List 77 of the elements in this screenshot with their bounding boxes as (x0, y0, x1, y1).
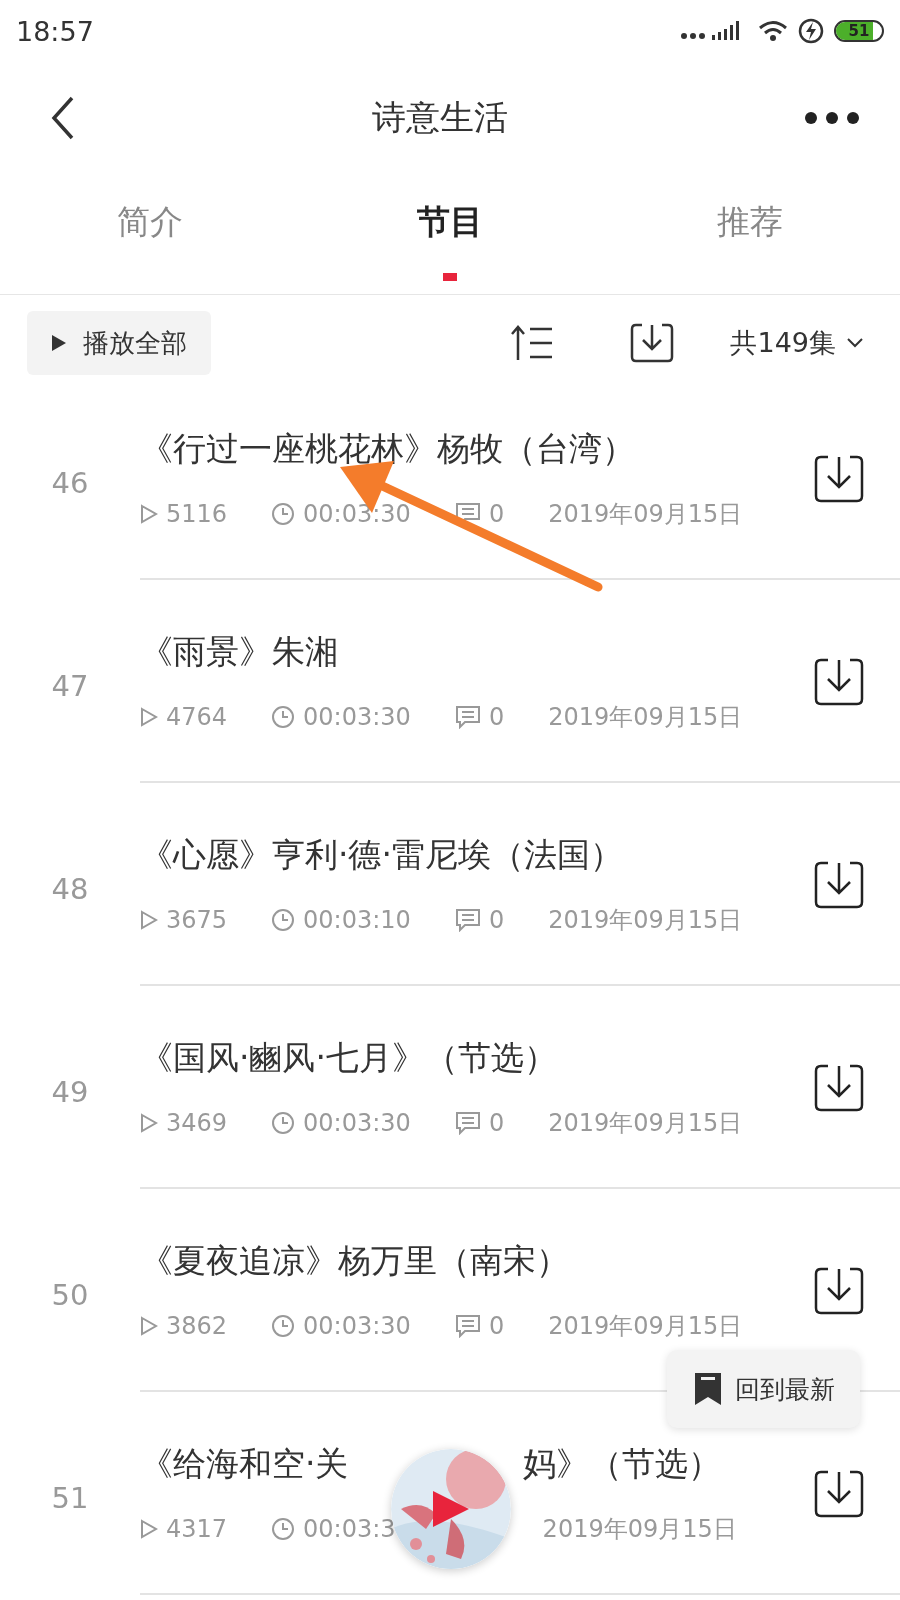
comment-icon (454, 1314, 481, 1338)
publish-date: 2019年09月15日 (548, 702, 743, 733)
publish-date: 2019年09月15日 (548, 499, 743, 530)
duration: 00:03:10 (303, 906, 411, 934)
play-count-icon (140, 1113, 158, 1133)
play-count-icon (140, 1316, 158, 1336)
episode-number: 47 (50, 668, 90, 703)
duration: 00:03:30 (303, 1109, 411, 1137)
download-icon[interactable] (814, 454, 864, 503)
publish-date: 2019年09月15日 (548, 905, 743, 936)
play-count: 4764 (166, 703, 228, 731)
tab[interactable]: 简介 (117, 200, 183, 245)
tab[interactable]: 推荐 (717, 200, 783, 245)
comment-icon (454, 908, 481, 932)
episode-title[interactable]: 《给海和空·关 (140, 1442, 349, 1487)
download-icon[interactable] (630, 323, 675, 363)
bookmark-icon (692, 1371, 723, 1407)
episode-title[interactable]: 妈》（节选） (523, 1442, 722, 1487)
clock-icon (271, 502, 296, 526)
episode-title[interactable]: 《心愿》亨利·德·雷尼埃（法国） (140, 833, 623, 878)
episode-number: 49 (50, 1074, 90, 1109)
play-count-icon (140, 504, 158, 524)
comment-icon (454, 1111, 481, 1135)
duration: 00:03:3 (303, 1515, 396, 1543)
episode-title[interactable]: 《雨景》朱湘 (140, 630, 338, 675)
clock-icon (271, 705, 296, 729)
episode-title[interactable]: 《夏夜追凉》杨万里（南宋） (140, 1239, 569, 1284)
download-icon[interactable] (814, 1266, 864, 1315)
play-count: 3862 (166, 1312, 228, 1340)
clock-icon (271, 1517, 296, 1541)
play-count-icon (140, 910, 158, 930)
clock-icon (271, 1111, 296, 1135)
play-count: 4317 (166, 1515, 228, 1543)
episode-number: 50 (50, 1277, 90, 1312)
duration: 00:03:30 (303, 1312, 411, 1340)
page-title: 诗意生活 (372, 96, 508, 139)
episode-number: 51 (50, 1480, 90, 1515)
publish-date: 2019年09月15日 (548, 1108, 743, 1139)
publish-date: 2019年09月15日 (542, 1514, 737, 1545)
play-icon (51, 334, 67, 352)
episode-title[interactable]: 《行过一座桃花林》杨牧（台湾） (140, 427, 635, 472)
comment-count: 0 (488, 500, 505, 528)
status-time: 18:57 (16, 15, 94, 47)
comment-count: 0 (488, 1109, 505, 1137)
download-icon[interactable] (814, 1469, 864, 1518)
back-to-latest-button[interactable]: 回到最新 (667, 1350, 860, 1428)
download-icon[interactable] (814, 657, 864, 706)
play-count: 3675 (166, 906, 228, 934)
duration: 00:03:30 (303, 703, 411, 731)
episode-count-dropdown[interactable]: 共149集 (730, 325, 864, 361)
publish-date: 2019年09月15日 (548, 1311, 743, 1342)
sort-icon[interactable] (510, 324, 555, 362)
comment-count: 0 (488, 703, 505, 731)
episode-number: 48 (50, 871, 90, 906)
wifi-icon (758, 20, 788, 42)
charging-icon (798, 18, 824, 44)
back-icon[interactable] (50, 96, 76, 140)
play-count-icon (140, 1519, 158, 1539)
more-icon[interactable] (804, 111, 860, 125)
battery-indicator: 51 (834, 20, 884, 42)
tab-indicator (443, 273, 457, 281)
tab[interactable]: 节目 (417, 200, 483, 245)
download-icon[interactable] (814, 1063, 864, 1112)
comment-icon (454, 705, 481, 729)
comment-count: 0 (488, 906, 505, 934)
clock-icon (271, 908, 296, 932)
episode-number: 46 (50, 465, 90, 500)
chevron-down-icon (846, 337, 864, 349)
play-all-button[interactable]: 播放全部 (27, 311, 211, 375)
play-count-icon (140, 707, 158, 727)
clock-icon (271, 1314, 296, 1338)
comment-count: 0 (488, 1312, 505, 1340)
duration: 00:03:30 (303, 500, 411, 528)
download-icon[interactable] (814, 860, 864, 909)
play-count: 5116 (166, 500, 228, 528)
episode-title[interactable]: 《国风·豳风·七月》（节选） (140, 1036, 557, 1081)
play-count: 3469 (166, 1109, 228, 1137)
